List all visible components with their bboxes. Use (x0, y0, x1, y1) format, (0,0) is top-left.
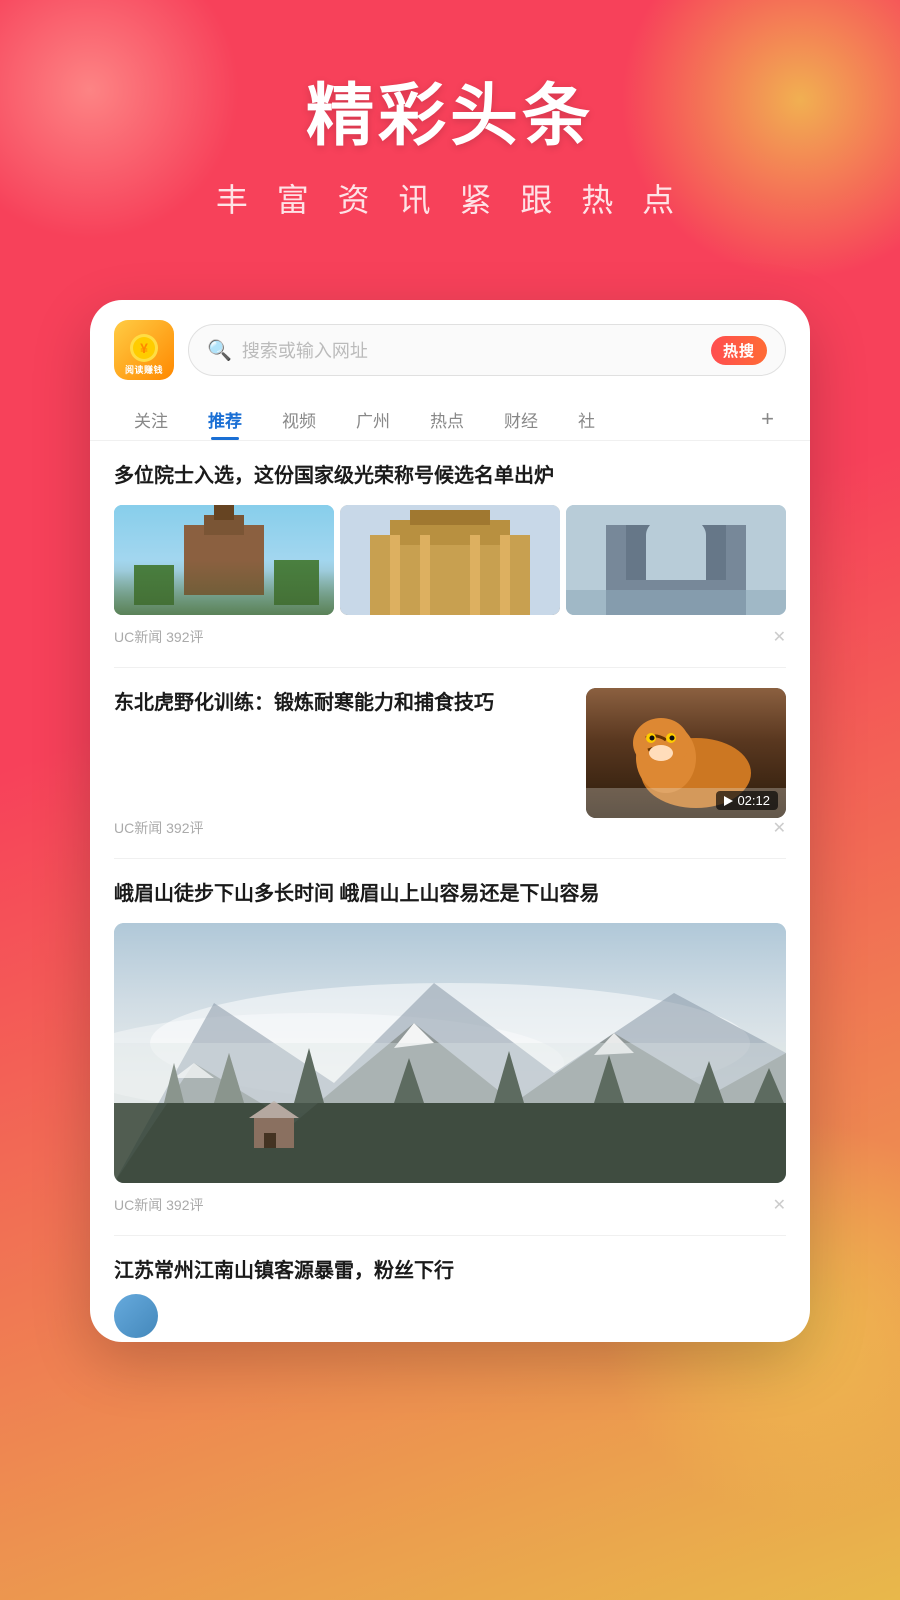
article-1-title[interactable]: 多位院士入选，这份国家级光荣称号候选名单出炉 (114, 461, 786, 491)
article-3-comments: 392评 (166, 1197, 203, 1213)
article-4-row (114, 1294, 786, 1338)
article-4-avatar (114, 1294, 158, 1338)
article-1: 多位院士入选，这份国家级光荣称号候选名单出炉 (114, 441, 786, 668)
article-3-image (114, 923, 786, 1183)
tab-add-button[interactable]: + (749, 398, 786, 440)
article-1-close-button[interactable]: ✕ (773, 627, 786, 647)
article-2-row: 东北虎野化训练：锻炼耐寒能力和捕食技巧 (114, 688, 786, 818)
tab-tuijian[interactable]: 推荐 (188, 399, 262, 440)
tab-shipin[interactable]: 视频 (262, 399, 336, 440)
news-feed: 多位院士入选，这份国家级光荣称号候选名单出炉 (90, 441, 810, 1342)
video-duration-badge: 02:12 (716, 791, 778, 810)
article-2-text: 东北虎野化训练：锻炼耐寒能力和捕食技巧 (114, 688, 570, 732)
article-1-image-2 (340, 505, 560, 615)
article-3-meta: UC新闻 392评 ✕ (114, 1195, 786, 1215)
hot-badge[interactable]: 热搜 (711, 336, 767, 365)
search-box[interactable]: 🔍 搜索或输入网址 热搜 (188, 324, 786, 376)
article-2-comments: 392评 (166, 820, 203, 836)
article-1-source-comments: UC新闻 392评 (114, 627, 203, 647)
article-1-image-1 (114, 505, 334, 615)
play-icon (724, 796, 733, 806)
tab-guangzhou[interactable]: 广州 (336, 399, 410, 440)
hero-title: 精彩头条 (0, 60, 900, 159)
article-2-source: UC新闻 (114, 820, 162, 836)
article-1-image-3 (566, 505, 786, 615)
video-duration-text: 02:12 (737, 793, 770, 808)
app-icon[interactable]: ¥ 阅读赚钱 (114, 320, 174, 380)
article-3-close-button[interactable]: ✕ (773, 1195, 786, 1215)
tab-guanzhu[interactable]: 关注 (114, 399, 188, 440)
article-1-comments: 392评 (166, 629, 203, 645)
article-4-preview: 江苏常州江南山镇客源暴雷，粉丝下行 (114, 1236, 786, 1342)
search-placeholder: 搜索或输入网址 (242, 337, 701, 363)
search-icon: 🔍 (207, 338, 232, 363)
article-2-image: 02:12 (586, 688, 786, 818)
app-icon-label: 阅读赚钱 (114, 363, 174, 376)
article-3-source: UC新闻 (114, 1197, 162, 1213)
tab-redian[interactable]: 热点 (410, 399, 484, 440)
hero-section: 精彩头条 丰 富 资 讯 紧 跟 热 点 (0, 60, 900, 221)
nav-tabs: 关注 推荐 视频 广州 热点 财经 社 + (90, 390, 810, 441)
article-3-title[interactable]: 峨眉山徒步下山多长时间 峨眉山上山容易还是下山容易 (114, 879, 786, 909)
article-2-source-comments: UC新闻 392评 (114, 818, 203, 838)
article-4-title[interactable]: 江苏常州江南山镇客源暴雷，粉丝下行 (114, 1256, 786, 1286)
tab-she[interactable]: 社 (558, 399, 615, 440)
article-2-meta: UC新闻 392评 ✕ (114, 818, 786, 838)
article-2-title[interactable]: 东北虎野化训练：锻炼耐寒能力和捕食技巧 (114, 688, 570, 718)
article-1-images (114, 505, 786, 615)
article-3: 峨眉山徒步下山多长时间 峨眉山上山容易还是下山容易 (114, 859, 786, 1236)
tab-caijing[interactable]: 财经 (484, 399, 558, 440)
page-wrapper: 精彩头条 丰 富 资 讯 紧 跟 热 点 ¥ 阅读赚钱 🔍 搜索或输入网址 热搜 (0, 0, 900, 1600)
article-2-close-button[interactable]: ✕ (773, 818, 786, 838)
article-3-source-comments: UC新闻 392评 (114, 1195, 203, 1215)
search-area: ¥ 阅读赚钱 🔍 搜索或输入网址 热搜 (90, 300, 810, 390)
article-1-source: UC新闻 (114, 629, 162, 645)
article-2: 东北虎野化训练：锻炼耐寒能力和捕食技巧 (114, 668, 786, 859)
phone-card: ¥ 阅读赚钱 🔍 搜索或输入网址 热搜 关注 推荐 视频 广州 热点 财经 社 … (90, 300, 810, 1342)
svg-text:¥: ¥ (140, 340, 148, 356)
article-1-meta: UC新闻 392评 ✕ (114, 627, 786, 647)
hero-subtitle: 丰 富 资 讯 紧 跟 热 点 (0, 175, 900, 221)
